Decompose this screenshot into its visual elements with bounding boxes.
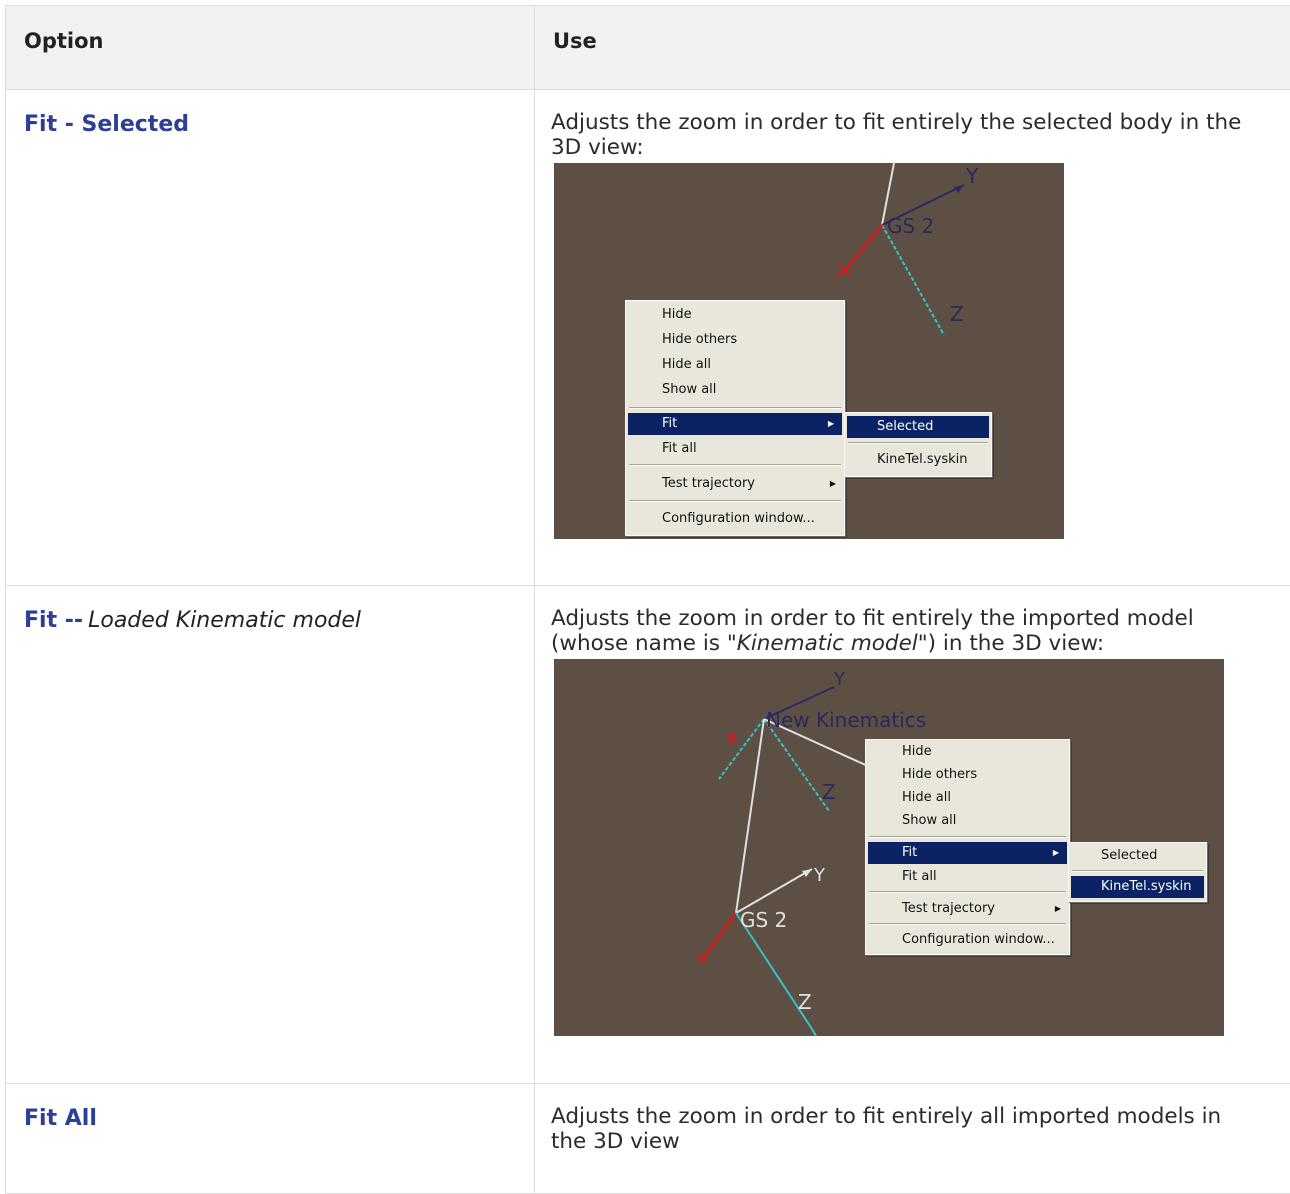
- option-fit-all-link[interactable]: Fit All: [24, 1106, 97, 1131]
- y-axis-label: Y: [833, 669, 846, 690]
- submenu-item-kinetel[interactable]: KineTel.syskin: [1071, 876, 1204, 898]
- fit-submenu: Selected KineTel.syskin: [1068, 842, 1207, 902]
- option-cell: Fit -- Loaded Kinematic model: [5, 585, 535, 1084]
- header-option-label: Option: [24, 29, 104, 53]
- option-fit-loaded-link[interactable]: Fit --: [24, 608, 83, 633]
- submenu-arrow-icon: ▶: [1052, 848, 1059, 857]
- submenu-item-selected[interactable]: Selected: [1069, 845, 1206, 867]
- option-fit-selected-link[interactable]: Fit - Selected: [24, 112, 189, 137]
- table-row: Fit All Adjusts the zoom in order to fit…: [5, 1083, 1290, 1194]
- menu-separator: [629, 407, 841, 409]
- menu-item-hide-all[interactable]: Hide all: [866, 787, 1069, 809]
- screenshot-fit-loaded-model: Y New Kinematics Z Y GS 2 Z Hide Hide ot…: [554, 659, 1224, 1036]
- submenu-arrow-icon: ▶: [1054, 904, 1061, 913]
- menu-item-test-trajectory-label: Test trajectory: [662, 476, 755, 491]
- submenu-item-selected[interactable]: Selected: [847, 416, 989, 438]
- header-use-label: Use: [553, 29, 597, 53]
- submenu-item-kinetel[interactable]: KineTel.syskin: [845, 449, 991, 471]
- table-row: Fit - Selected Adjusts the zoom in order…: [5, 89, 1290, 586]
- menu-item-test-trajectory[interactable]: Test trajectory ▶: [626, 473, 844, 495]
- use-cell: Adjusts the zoom in order to fit entirel…: [534, 585, 1290, 1084]
- menu-item-configuration-window[interactable]: Configuration window...: [866, 929, 1069, 951]
- menu-item-hide[interactable]: Hide: [626, 304, 844, 326]
- menu-separator: [629, 500, 841, 502]
- z-axis-label: Z: [822, 780, 836, 804]
- use-text-post: ") in the 3D view:: [917, 631, 1105, 656]
- option-fit-loaded-model-name: Loaded Kinematic model: [88, 608, 362, 633]
- use-cell: Adjusts the zoom in order to fit entirel…: [534, 89, 1290, 586]
- menu-item-fit-all[interactable]: Fit all: [866, 866, 1069, 888]
- menu-item-fit[interactable]: Fit ▶: [628, 413, 842, 435]
- options-table: Option Use Fit - Selected Adjusts the zo…: [5, 5, 1290, 1194]
- menu-separator: [848, 442, 988, 444]
- context-menu: Hide Hide others Hide all Show all Fit ▶ …: [865, 739, 1070, 955]
- menu-item-test-trajectory[interactable]: Test trajectory ▶: [866, 898, 1069, 920]
- menu-item-hide-all[interactable]: Hide all: [626, 354, 844, 376]
- use-description: Adjusts the zoom in order to fit entirel…: [551, 606, 1276, 656]
- gs2-label: GS 2: [740, 908, 787, 932]
- table-row: Fit -- Loaded Kinematic model Adjusts th…: [5, 585, 1290, 1084]
- use-text-italic: Kinematic model: [736, 631, 918, 656]
- menu-item-fit-all[interactable]: Fit all: [626, 438, 844, 460]
- screenshot-fit-selected: Y GS 2 Z Hide Hide others Hide all Show …: [554, 163, 1064, 539]
- menu-item-show-all[interactable]: Show all: [626, 379, 844, 401]
- menu-separator: [869, 836, 1066, 838]
- submenu-arrow-icon: ▶: [829, 479, 836, 488]
- z-axis-label: Z: [798, 990, 812, 1014]
- y-axis-label: Y: [965, 164, 979, 188]
- menu-separator: [1072, 870, 1203, 872]
- header-use: Use: [534, 5, 1290, 90]
- menu-item-fit-label: Fit: [902, 845, 918, 860]
- menu-item-test-trajectory-label: Test trajectory: [902, 901, 995, 916]
- menu-item-hide-others[interactable]: Hide others: [626, 329, 844, 351]
- menu-item-hide[interactable]: Hide: [866, 741, 1069, 763]
- menu-separator: [629, 464, 841, 466]
- use-cell: Adjusts the zoom in order to fit entirel…: [534, 1083, 1290, 1194]
- header-option: Option: [5, 5, 535, 90]
- table-header-row: Option Use: [5, 5, 1290, 90]
- menu-item-configuration-window[interactable]: Configuration window...: [626, 508, 844, 530]
- menu-item-hide-others[interactable]: Hide others: [866, 764, 1069, 786]
- option-cell: Fit - Selected: [5, 89, 535, 586]
- use-description: Adjusts the zoom in order to fit entirel…: [551, 110, 1242, 160]
- menu-item-fit[interactable]: Fit ▶: [868, 842, 1067, 864]
- z-axis-label: Z: [950, 302, 964, 326]
- new-kinematics-label: New Kinematics: [766, 708, 926, 732]
- y-axis-label: Y: [813, 865, 826, 886]
- gs2-label: GS 2: [887, 214, 934, 238]
- menu-separator: [869, 891, 1066, 893]
- menu-separator: [869, 923, 1066, 925]
- option-cell: Fit All: [5, 1083, 535, 1194]
- menu-item-fit-label: Fit: [662, 416, 678, 431]
- use-description: Adjusts the zoom in order to fit entirel…: [551, 1104, 1222, 1154]
- menu-item-show-all[interactable]: Show all: [866, 810, 1069, 832]
- submenu-arrow-icon: ▶: [827, 419, 834, 428]
- fit-submenu: Selected KineTel.syskin: [844, 412, 992, 477]
- context-menu: Hide Hide others Hide all Show all Fit ▶ …: [625, 300, 845, 536]
